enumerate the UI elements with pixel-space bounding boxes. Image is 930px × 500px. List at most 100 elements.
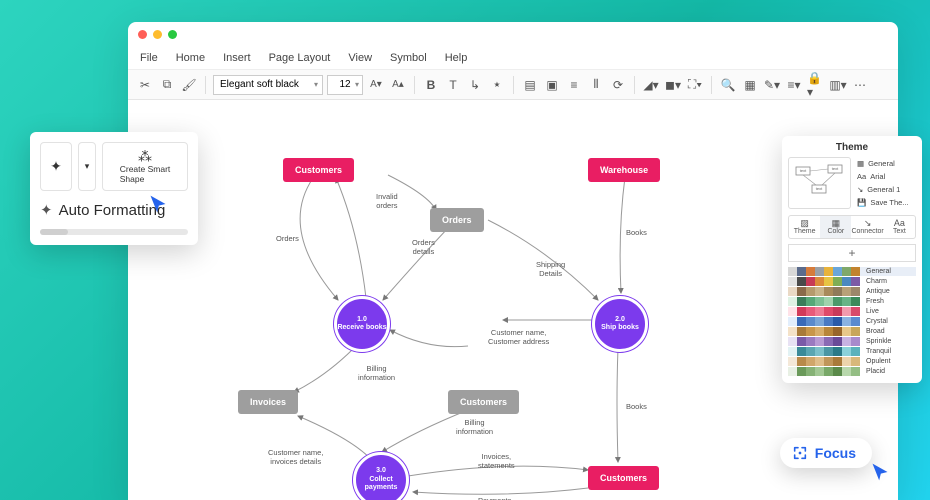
palette-row-broad[interactable]: Broad xyxy=(788,327,916,336)
spark-icon: ✦ xyxy=(40,201,53,219)
focus-mode-button[interactable]: Focus xyxy=(780,438,872,468)
table-icon[interactable]: ▦ xyxy=(741,76,759,94)
node-customers-top[interactable]: Customers xyxy=(283,158,354,182)
bold-icon[interactable]: B xyxy=(422,76,440,94)
palette-swatches xyxy=(788,277,860,286)
visibility-icon[interactable]: ▥▾ xyxy=(829,76,847,94)
palette-row-placid[interactable]: Placid xyxy=(788,367,916,376)
cursor-icon xyxy=(870,462,890,482)
palette-icon: ▦ xyxy=(857,159,864,168)
menu-page-layout[interactable]: Page Layout xyxy=(269,52,331,64)
palette-row-charm[interactable]: Charm xyxy=(788,277,916,286)
crop-icon[interactable]: ⛶▾ xyxy=(686,76,704,94)
palette-row-fresh[interactable]: Fresh xyxy=(788,297,916,306)
menu-bar: File Home Insert Page Layout View Symbol… xyxy=(128,46,898,70)
node-num: 3.0 xyxy=(376,467,386,475)
group-icon[interactable]: ▣ xyxy=(543,76,561,94)
tab-text[interactable]: AaText xyxy=(884,216,915,238)
text-icon[interactable]: T xyxy=(444,76,462,94)
node-num: 1.0 xyxy=(357,316,367,324)
preset-general1[interactable]: ↘General 1 xyxy=(855,183,916,196)
menu-home[interactable]: Home xyxy=(176,52,205,64)
edge-payments-inq: Payments, inquiries xyxy=(478,496,513,500)
focus-label: Focus xyxy=(815,445,856,461)
preset-save-theme[interactable]: 💾Save The... xyxy=(855,196,916,209)
copy-icon[interactable]: ⧉ xyxy=(158,76,176,94)
palette-row-opulent[interactable]: Opulent xyxy=(788,357,916,366)
node-collect-payments[interactable]: 3.0 Collect payments xyxy=(353,452,409,500)
preset-arial[interactable]: AaArial xyxy=(855,170,916,183)
node-customers-bottom[interactable]: Customers xyxy=(588,466,659,490)
edge-billing-info1: Billing information xyxy=(358,364,395,382)
cut-icon[interactable]: ✂ xyxy=(136,76,154,94)
palette-swatches xyxy=(788,297,860,306)
palette-row-general[interactable]: General xyxy=(788,267,916,276)
theme-panel: Theme texttexttext ▦General AaArial ↘Gen… xyxy=(782,136,922,383)
palette-row-sprinkle[interactable]: Sprinkle xyxy=(788,337,916,346)
text-tab-icon: Aa xyxy=(894,218,905,228)
palette-row-live[interactable]: Live xyxy=(788,307,916,316)
align-icon[interactable]: ≡ xyxy=(565,76,583,94)
shadow-icon[interactable]: ◼▾ xyxy=(664,76,682,94)
node-label: Receive books xyxy=(337,324,386,332)
tab-connector[interactable]: ↘Connector xyxy=(851,216,883,238)
tab-color[interactable]: ▦Color xyxy=(820,216,851,238)
node-orders[interactable]: Orders xyxy=(430,208,484,232)
add-palette-button[interactable]: + xyxy=(788,244,916,262)
more-icon[interactable]: ⋯ xyxy=(851,76,869,94)
palette-swatches xyxy=(788,267,860,276)
save-icon: 💾 xyxy=(857,198,866,207)
palette-swatches xyxy=(788,337,860,346)
maximize-window-icon[interactable] xyxy=(168,30,177,39)
connector-icon[interactable]: ↳ xyxy=(466,76,484,94)
node-ship-books[interactable]: 2.0 Ship books xyxy=(592,296,648,352)
tab-theme[interactable]: ▨Theme xyxy=(789,216,820,238)
close-window-icon[interactable] xyxy=(138,30,147,39)
menu-view[interactable]: View xyxy=(348,52,372,64)
cluster-icon: ⁂ xyxy=(138,149,152,164)
format-painter-icon[interactable]: 🖌 xyxy=(180,76,198,94)
node-receive-books[interactable]: 1.0 Receive books xyxy=(334,296,390,352)
increase-font-icon[interactable]: A▴ xyxy=(389,76,407,94)
menu-file[interactable]: File xyxy=(140,52,158,64)
menu-symbol[interactable]: Symbol xyxy=(390,52,427,64)
decrease-font-icon[interactable]: A▾ xyxy=(367,76,385,94)
dropdown-chip[interactable]: ▾ xyxy=(78,142,96,191)
pointer-icon[interactable]: ⭑ xyxy=(488,76,506,94)
cursor-icon xyxy=(148,194,168,214)
edge-cust-name-addr: Customer name, Customer address xyxy=(488,328,549,346)
spark-icon-chip[interactable]: ✦ xyxy=(40,142,72,191)
palette-row-crystal[interactable]: Crystal xyxy=(788,317,916,326)
font-size-select[interactable]: 12 xyxy=(327,75,363,95)
palette-swatches xyxy=(788,317,860,326)
font-family-select[interactable]: Elegant soft black xyxy=(213,75,323,95)
create-smart-shape-label: Create Smart Shape xyxy=(120,165,171,184)
palette-row-antique[interactable]: Antique xyxy=(788,287,916,296)
create-smart-shape-button[interactable]: ⁂Create Smart Shape xyxy=(102,142,188,191)
distribute-icon[interactable]: ⫴ xyxy=(587,76,605,94)
palette-row-tranquil[interactable]: Tranquil xyxy=(788,347,916,356)
smart-shape-popover: ✦ ▾ ⁂Create Smart Shape ✦ Auto Formattin… xyxy=(30,132,198,245)
focus-icon xyxy=(792,445,808,461)
palette-name: Charm xyxy=(866,278,887,285)
formatting-slider[interactable] xyxy=(40,229,188,235)
node-invoices[interactable]: Invoices xyxy=(238,390,298,414)
search-icon[interactable]: 🔍 xyxy=(719,76,737,94)
lock-icon[interactable]: 🔒▾ xyxy=(807,76,825,94)
minimize-window-icon[interactable] xyxy=(153,30,162,39)
rotate-icon[interactable]: ⟳ xyxy=(609,76,627,94)
palette-name: Crystal xyxy=(866,318,888,325)
line-style-icon[interactable]: ≡▾ xyxy=(785,76,803,94)
line-color-icon[interactable]: ✎▾ xyxy=(763,76,781,94)
connector-tab-icon: ↘ xyxy=(864,218,872,229)
palette-swatches xyxy=(788,287,860,296)
layers-icon[interactable]: ▤ xyxy=(521,76,539,94)
preset-general[interactable]: ▦General xyxy=(855,157,916,170)
toolbar: ✂ ⧉ 🖌 Elegant soft black 12 A▾ A▴ B T ↳ … xyxy=(128,70,898,100)
node-warehouse[interactable]: Warehouse xyxy=(588,158,660,182)
menu-insert[interactable]: Insert xyxy=(223,52,251,64)
node-customers-mid[interactable]: Customers xyxy=(448,390,519,414)
fill-color-icon[interactable]: ◢▾ xyxy=(642,76,660,94)
theme-preview-thumb[interactable]: texttexttext xyxy=(788,157,851,209)
menu-help[interactable]: Help xyxy=(445,52,468,64)
